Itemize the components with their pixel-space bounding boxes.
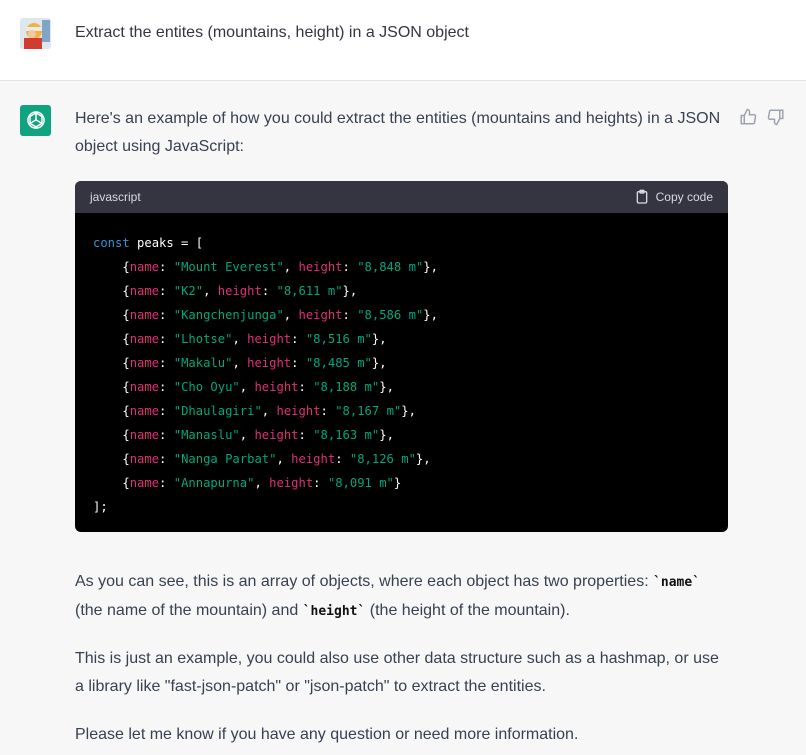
alternative-paragraph: This is just an example, you could also … — [75, 650, 719, 695]
code-variable: peaks — [137, 236, 174, 250]
code-language-label: javascript — [90, 190, 141, 204]
chatgpt-logo-icon — [20, 105, 51, 136]
closing-paragraph: Please let me know if you have any quest… — [75, 726, 579, 743]
code-line: {name: "Kangchenjunga", height: "8,586 m… — [93, 308, 438, 322]
code-line: {name: "Manaslu", height: "8,163 m"}, — [93, 428, 394, 442]
code-line: {name: "Annapurna", height: "8,091 m"} — [93, 476, 402, 490]
inline-code-height: `height` — [302, 604, 366, 619]
user-avatar — [20, 18, 51, 49]
user-message-text: Extract the entites (mountains, height) … — [75, 24, 469, 41]
explanation-text-3: (the height of the mountain). — [365, 602, 570, 619]
code-content: const peaks = [ {name: "Mount Everest", … — [93, 236, 438, 514]
code-line: {name: "K2", height: "8,611 m"}, — [93, 284, 358, 298]
code-keyword: const — [93, 236, 130, 250]
assistant-intro-text: Here's an example of how you could extra… — [75, 110, 721, 155]
copy-code-button[interactable]: Copy code — [634, 189, 713, 205]
copy-code-label: Copy code — [655, 190, 713, 204]
code-block-header: javascript Copy code — [75, 181, 728, 213]
code-line: {name: "Dhaulagiri", height: "8,167 m"}, — [93, 404, 416, 418]
code-line: {name: "Nanga Parbat", height: "8,126 m"… — [93, 452, 431, 466]
assistant-message-row: Here's an example of how you could extra… — [0, 81, 806, 755]
explanation-text: As you can see, this is an array of obje… — [75, 573, 654, 590]
feedback-buttons — [739, 108, 785, 126]
explanation-text-2: (the name of the mountain) and — [75, 602, 303, 619]
thumbs-up-icon[interactable] — [739, 108, 757, 126]
explanation-paragraph: As you can see, this is an array of obje… — [75, 568, 725, 626]
code-block: javascript Copy code const peaks = [ {na… — [75, 181, 728, 532]
code-line: {name: "Cho Oyu", height: "8,188 m"}, — [93, 380, 394, 394]
inline-code-name: `name` — [653, 575, 701, 590]
clipboard-icon — [636, 189, 647, 204]
thumbs-down-icon[interactable] — [767, 108, 785, 126]
code-line: {name: "Lhotse", height: "8,516 m"}, — [93, 332, 387, 346]
code-line: {name: "Makalu", height: "8,485 m"}, — [93, 356, 387, 370]
user-message-row: Extract the entites (mountains, height) … — [0, 0, 806, 81]
code-line: {name: "Mount Everest", height: "8,848 m… — [93, 260, 438, 274]
